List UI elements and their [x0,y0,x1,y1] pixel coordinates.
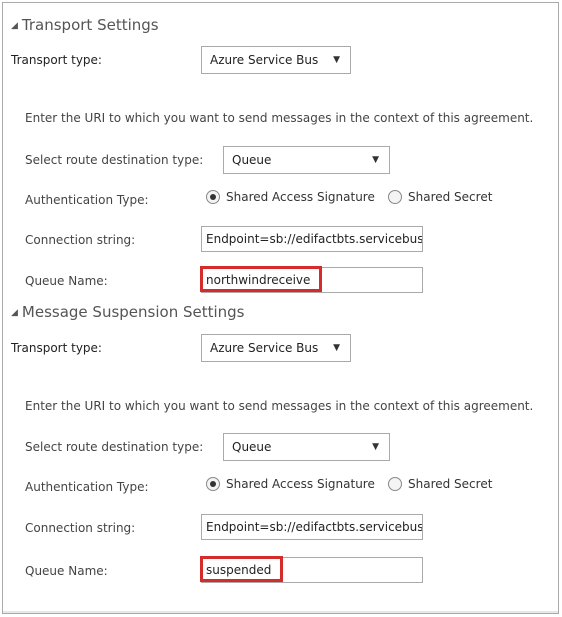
connection-string-input[interactable]: Endpoint=sb://edifactbts.servicebus [201,514,423,540]
section-title: Transport Settings [21,16,159,34]
transport-type-value: Azure Service Bus [210,341,319,355]
transport-type-select[interactable]: Azure Service Bus ▼ [201,46,351,74]
chevron-down-icon: ▼ [333,343,340,353]
auth-option-secret[interactable]: Shared Secret [388,476,492,491]
chevron-down-icon: ▼ [372,155,379,165]
auth-option-label: Shared Secret [408,476,493,491]
chevron-down-icon: ▼ [372,442,379,452]
route-destination-value: Queue [232,153,272,167]
transport-type-label: Transport type: [11,53,102,67]
settings-panel: ◢ Transport Settings Transport type: Azur… [2,2,559,614]
queue-name-highlight [200,266,322,292]
queue-name-label: Queue Name: [25,564,108,578]
route-destination-select[interactable]: Queue ▼ [223,433,390,461]
connection-string-input[interactable]: Endpoint=sb://edifactbts.servicebus [201,226,423,252]
auth-option-secret[interactable]: Shared Secret [388,189,492,204]
radio-selected-icon[interactable] [206,189,220,204]
route-destination-label: Select route destination type: [25,440,204,454]
radio-selected-icon[interactable] [206,476,220,491]
radio-unselected-icon[interactable] [388,476,402,491]
section-header-suspension[interactable]: ◢ Message Suspension Settings [11,303,245,321]
auth-option-label: Shared Access Signature [226,476,375,491]
connection-string-label: Connection string: [25,521,136,535]
transport-type-label: Transport type: [11,341,102,355]
uri-description: Enter the URI to which you want to send … [25,111,534,125]
transport-type-select[interactable]: Azure Service Bus ▼ [201,334,351,362]
transport-type-value: Azure Service Bus [210,53,319,67]
route-destination-value: Queue [232,440,272,454]
auth-type-label: Authentication Type: [25,480,149,494]
queue-name-label: Queue Name: [25,274,108,288]
section-title: Message Suspension Settings [21,303,245,321]
collapse-triangle-icon[interactable]: ◢ [11,21,18,31]
route-destination-select[interactable]: Queue ▼ [223,146,390,174]
auth-option-label: Shared Secret [408,189,493,204]
chevron-down-icon: ▼ [333,55,340,65]
queue-name-highlight [200,556,283,582]
section-header-transport[interactable]: ◢ Transport Settings [11,16,159,34]
panel-bottom-edge [3,611,558,613]
uri-description: Enter the URI to which you want to send … [25,399,534,413]
auth-option-label: Shared Access Signature [226,189,375,204]
auth-option-sas[interactable]: Shared Access Signature [206,476,375,491]
auth-option-sas[interactable]: Shared Access Signature [206,189,375,204]
radio-unselected-icon[interactable] [388,189,402,204]
collapse-triangle-icon[interactable]: ◢ [11,308,18,318]
connection-string-label: Connection string: [25,233,136,247]
auth-type-label: Authentication Type: [25,193,149,207]
route-destination-label: Select route destination type: [25,153,204,167]
